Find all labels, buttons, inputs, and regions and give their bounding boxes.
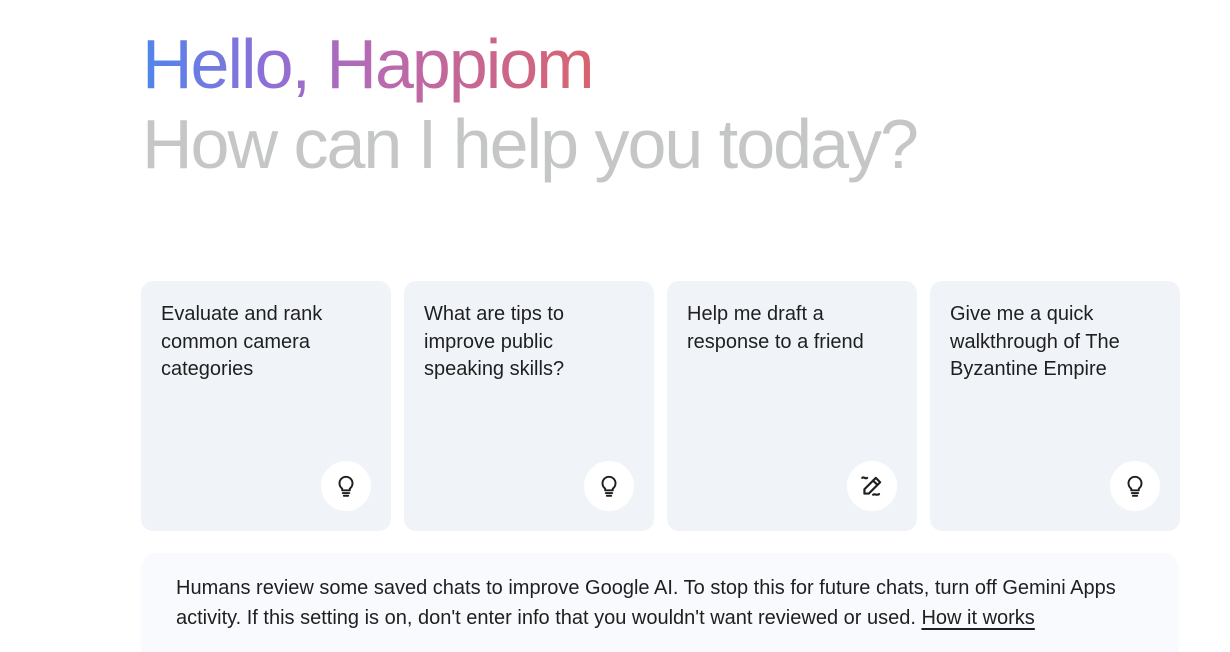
pen-write-icon xyxy=(847,461,897,511)
suggestion-card-text: Give me a quick walkthrough of The Byzan… xyxy=(950,303,1120,380)
greeting-subtitle: How can I help you today? xyxy=(142,105,919,183)
suggestion-card-speaking[interactable]: What are tips to improve public speaking… xyxy=(404,281,654,531)
suggestion-card-draft[interactable]: Help me draft a response to a friend xyxy=(667,281,917,531)
gemini-home: Hello, Happiom How can I help you today?… xyxy=(0,0,1230,652)
suggestion-card-text: What are tips to improve public speaking… xyxy=(424,303,565,380)
suggestion-card-text: Evaluate and rank common camera categori… xyxy=(161,303,323,380)
greeting: Hello, Happiom How can I help you today? xyxy=(142,22,919,186)
lightbulb-icon xyxy=(584,461,634,511)
suggestion-card-camera[interactable]: Evaluate and rank common camera categori… xyxy=(141,281,391,531)
suggestion-card-byzantine[interactable]: Give me a quick walkthrough of The Byzan… xyxy=(930,281,1180,531)
privacy-notice: Humans review some saved chats to improv… xyxy=(141,553,1179,652)
how-it-works-link[interactable]: How it works xyxy=(921,607,1034,629)
lightbulb-icon xyxy=(1110,461,1160,511)
suggestion-card-text: Help me draft a response to a friend xyxy=(687,303,864,353)
lightbulb-icon xyxy=(321,461,371,511)
greeting-hello: Hello, Happiom xyxy=(142,22,595,106)
suggestion-cards: Evaluate and rank common camera categori… xyxy=(141,281,1180,531)
privacy-notice-text: Humans review some saved chats to improv… xyxy=(176,573,1144,633)
